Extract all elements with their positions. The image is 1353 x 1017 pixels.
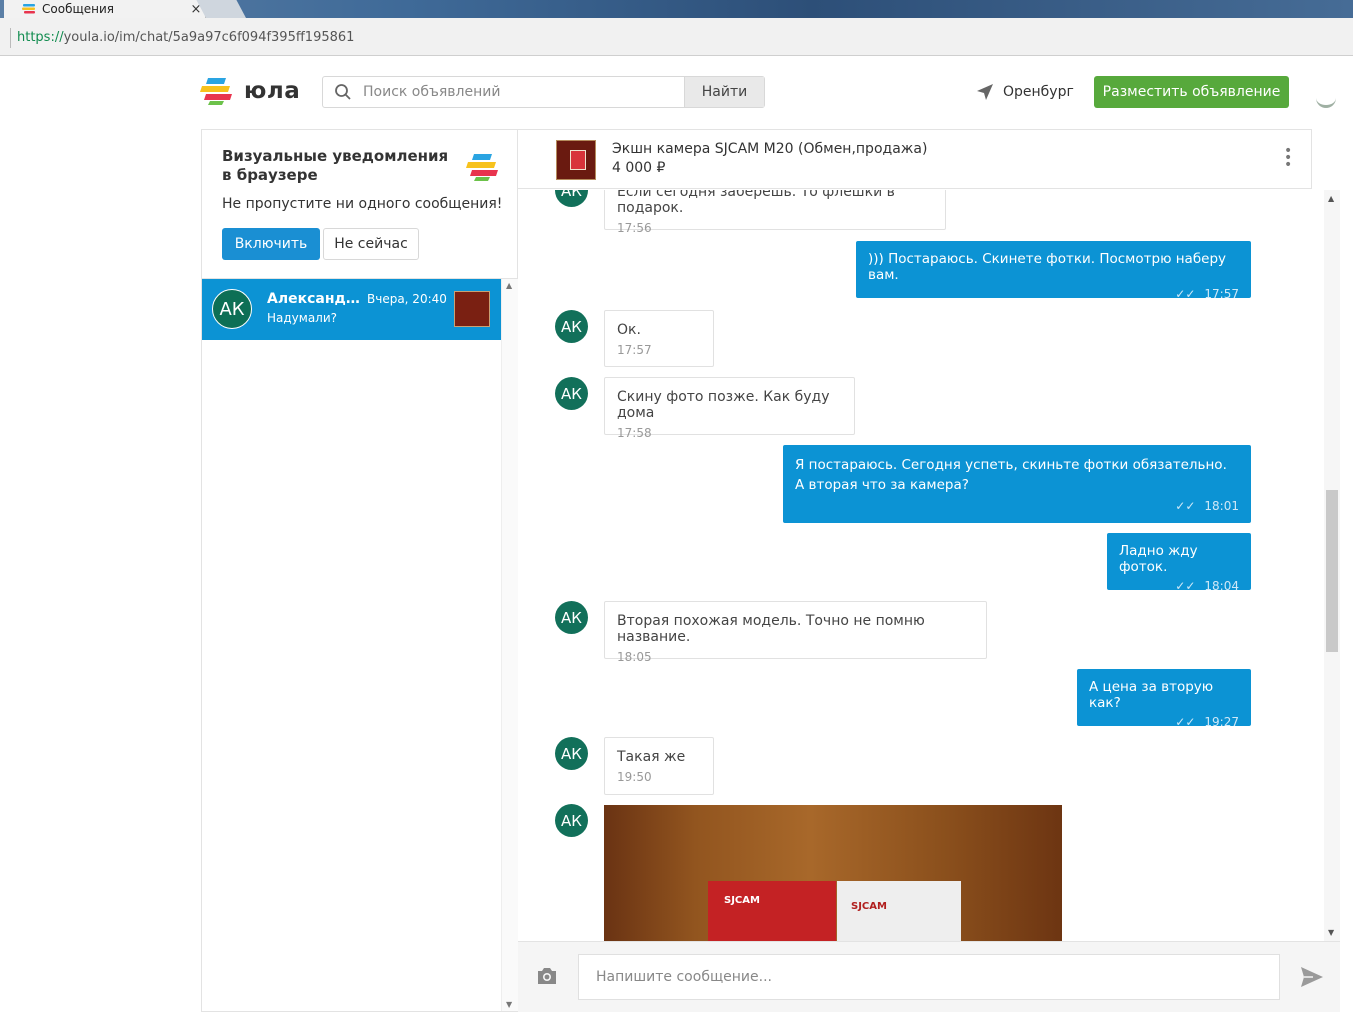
browser-notification-prompt: Визуальные уведомления в браузере Не про… [202, 129, 518, 279]
not-now-button[interactable]: Не сейчас [323, 228, 419, 260]
message-time: 17:57 [617, 343, 652, 357]
incoming-message: Если сегодня заберешь. То флешки в подар… [604, 190, 946, 235]
message-text: Если сегодня заберешь. То флешки в подар… [617, 190, 895, 216]
conversation-item[interactable]: АК Александр... Вчера, 20:40 Надумали? [202, 279, 501, 340]
read-check-icon: ✓✓ [1175, 287, 1196, 301]
avatar: АК [555, 190, 588, 207]
avatar: АК [555, 377, 588, 410]
enable-notifications-button[interactable]: Включить [222, 228, 320, 260]
incoming-message: Такая же 19:50 [604, 737, 714, 795]
site-logo[interactable]: юла [200, 76, 300, 106]
outgoing-message: Ладно жду фоток. ✓✓ 18:04 [1107, 533, 1251, 593]
conversation-preview: Надумали? [267, 311, 338, 325]
product-title[interactable]: Экшн камера SJCAM M20 (Обмен,продажа) [612, 141, 927, 157]
read-check-icon: ✓✓ [1175, 499, 1196, 513]
url-protocol: https:// [17, 30, 64, 45]
read-check-icon: ✓✓ [1175, 579, 1196, 593]
message-time: 17:56 [617, 221, 652, 235]
scroll-down-icon[interactable]: ▼ [1328, 928, 1334, 937]
camera-box-red: SJCAM [708, 881, 836, 941]
box-brand-label: SJCAM [851, 901, 887, 912]
message-composer [518, 941, 1340, 1012]
scroll-up-icon[interactable]: ▲ [1328, 194, 1334, 203]
scroll-down-icon[interactable]: ▼ [506, 1000, 512, 1009]
post-ad-button[interactable]: Разместить объявление [1094, 76, 1289, 108]
address-bar: https://youla.io/im/chat/5a9a97c6f094f39… [0, 18, 1353, 56]
tab-title: Сообщения [42, 2, 115, 16]
message-time: 18:01 [1204, 499, 1239, 513]
youla-logo-icon [466, 154, 498, 181]
message-list: АК Если сегодня заберешь. То флешки в по… [518, 190, 1324, 941]
message-text: Ладно жду фоток. [1119, 543, 1198, 575]
avatar: АК [555, 737, 588, 770]
message-time: 19:27 [1204, 715, 1239, 729]
photo-attachment[interactable]: SJCAM SJCAM [604, 805, 1062, 941]
message-time: 18:04 [1204, 579, 1239, 593]
camera-box-white: SJCAM [837, 881, 961, 941]
incoming-message: Вторая похожая модель. Точно не помню на… [604, 601, 987, 664]
scroll-up-icon[interactable]: ▲ [506, 281, 512, 290]
incoming-message: Ок. 17:57 [604, 310, 714, 367]
message-text: Вторая похожая модель. Точно не помню на… [617, 613, 925, 645]
notification-title: Визуальные уведомления в браузере [222, 147, 449, 184]
search-icon [323, 77, 363, 107]
box-brand-label: SJCAM [724, 895, 760, 906]
avatar: АК [555, 804, 588, 837]
conversations-scrollbar[interactable]: ▲ ▼ [501, 279, 518, 1011]
message-time: 19:50 [617, 770, 652, 784]
product-thumbnail [454, 291, 490, 327]
conversations-panel: Визуальные уведомления в браузере Не про… [201, 129, 518, 1012]
city-label: Оренбург [1003, 84, 1074, 100]
send-icon[interactable] [1300, 966, 1324, 988]
new-tab-button[interactable] [196, 0, 246, 18]
message-text: А цена за вторую как? [1089, 679, 1214, 711]
browser-tab[interactable]: Сообщения × [4, 0, 206, 18]
message-text: Такая же [617, 749, 686, 765]
message-text: Скину фото позже. Как буду дома [617, 389, 830, 421]
message-text: ))) Постараюсь. Скинете фотки. Посмотрю … [868, 251, 1227, 283]
message-text: Ок. [617, 322, 641, 338]
url-field[interactable]: https://youla.io/im/chat/5a9a97c6f094f39… [10, 28, 1353, 48]
message-time: 18:05 [617, 650, 652, 664]
location-arrow-icon [977, 84, 993, 100]
product-thumbnail[interactable] [556, 140, 596, 180]
user-avatar[interactable] [1316, 90, 1336, 108]
outgoing-message: А цена за вторую как? ✓✓ 19:27 [1077, 669, 1251, 729]
product-price: 4 000 ₽ [612, 160, 666, 176]
chat-header: Экшн камера SJCAM M20 (Обмен,продажа) 4 … [518, 129, 1312, 189]
chat-scrollbar[interactable]: ▲ ▼ [1324, 190, 1340, 941]
conversation-time: Вчера, 20:40 [367, 292, 447, 306]
read-check-icon: ✓✓ [1175, 715, 1196, 729]
camera-icon[interactable] [536, 966, 558, 986]
conversation-name: Александр... [267, 291, 362, 307]
message-time: 17:57 [1204, 287, 1239, 301]
search-input[interactable] [363, 77, 684, 107]
message-text: Я постараюсь. Сегодня успеть, скиньте фо… [795, 457, 1227, 493]
message-time: 17:58 [617, 426, 652, 440]
more-options-icon[interactable]: • • • [1284, 144, 1292, 172]
youla-logo-icon [200, 78, 232, 105]
logo-text: юла [244, 78, 301, 104]
notification-text: Не пропустите ни одного сообщения! [222, 196, 503, 212]
outgoing-message: Я постараюсь. Сегодня успеть, скиньте фо… [783, 445, 1251, 523]
url-path: youla.io/im/chat/5a9a97c6f094f395ff19586… [63, 30, 355, 45]
browser-tab-strip: Сообщения × [0, 0, 1353, 18]
avatar: АК [555, 310, 588, 343]
youla-favicon-icon [22, 4, 35, 14]
avatar: АК [212, 289, 252, 329]
scrollbar-thumb[interactable] [1326, 490, 1338, 652]
search-button[interactable]: Найти [684, 77, 764, 107]
incoming-message: Скину фото позже. Как буду дома 17:58 [604, 377, 855, 440]
outgoing-message: ))) Постараюсь. Скинете фотки. Посмотрю … [856, 241, 1251, 301]
city-selector[interactable]: Оренбург [975, 82, 1074, 102]
message-input[interactable] [578, 954, 1280, 1000]
avatar: АК [555, 601, 588, 634]
search-bar: Найти [322, 76, 765, 108]
